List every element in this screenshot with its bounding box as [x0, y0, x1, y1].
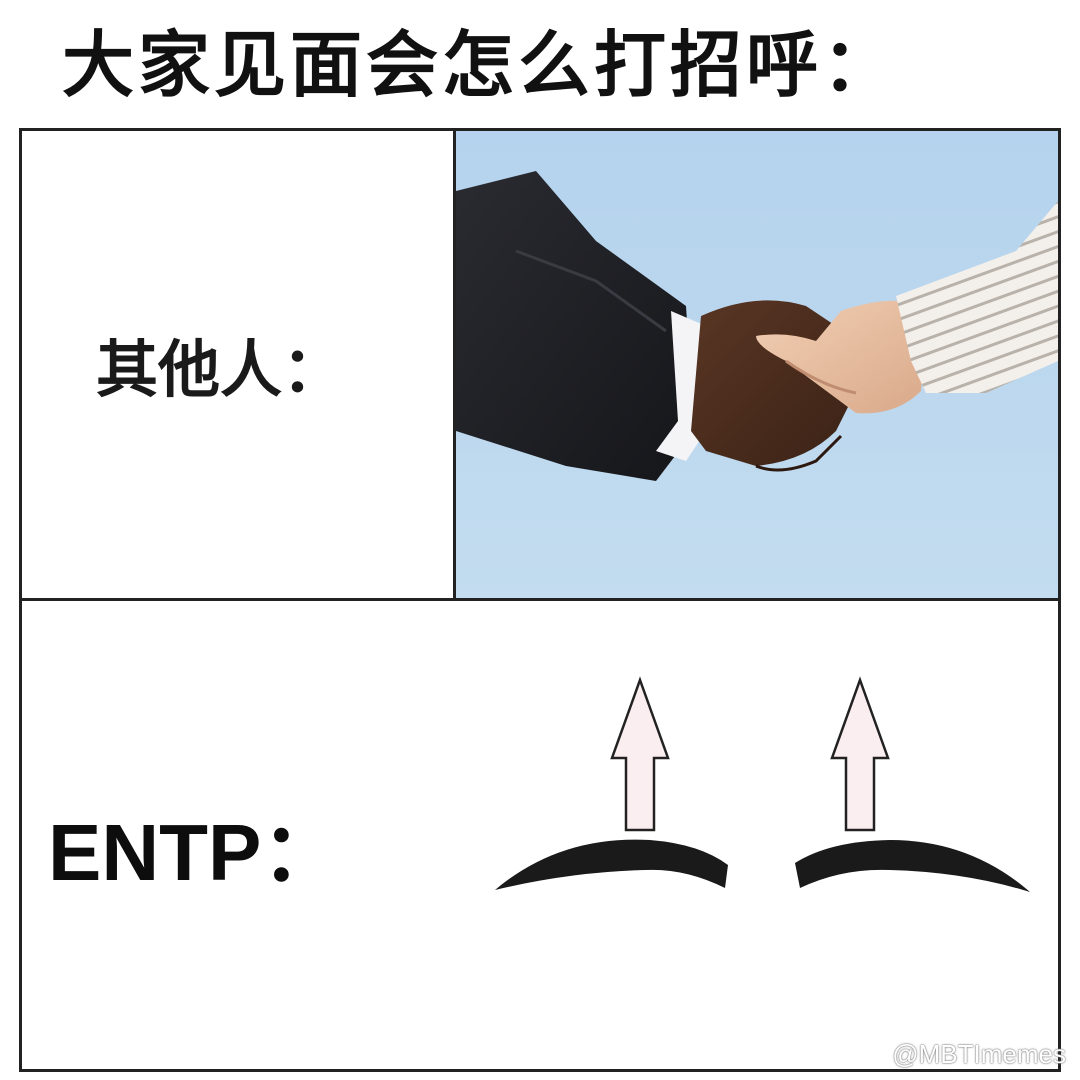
entp-label: ENTP：: [48, 808, 342, 897]
panel-divider-horizontal: [19, 598, 1061, 601]
others-label: 其他人：: [96, 333, 345, 406]
meme-title: 大家见面会怎么打招呼：: [62, 23, 899, 107]
eyebrow-right: [795, 840, 1030, 892]
up-arrow-icon: [610, 676, 670, 832]
weibo-watermark: @MBTImemes: [826, 1036, 1066, 1072]
watermark-text: @MBTImemes: [892, 1038, 1066, 1069]
weibo-icon: [857, 1043, 885, 1066]
handshake-image: [456, 131, 1058, 598]
eyebrow-left: [495, 839, 728, 890]
up-arrow-icon: [830, 676, 890, 832]
raised-eyebrows-image: [495, 676, 1030, 892]
